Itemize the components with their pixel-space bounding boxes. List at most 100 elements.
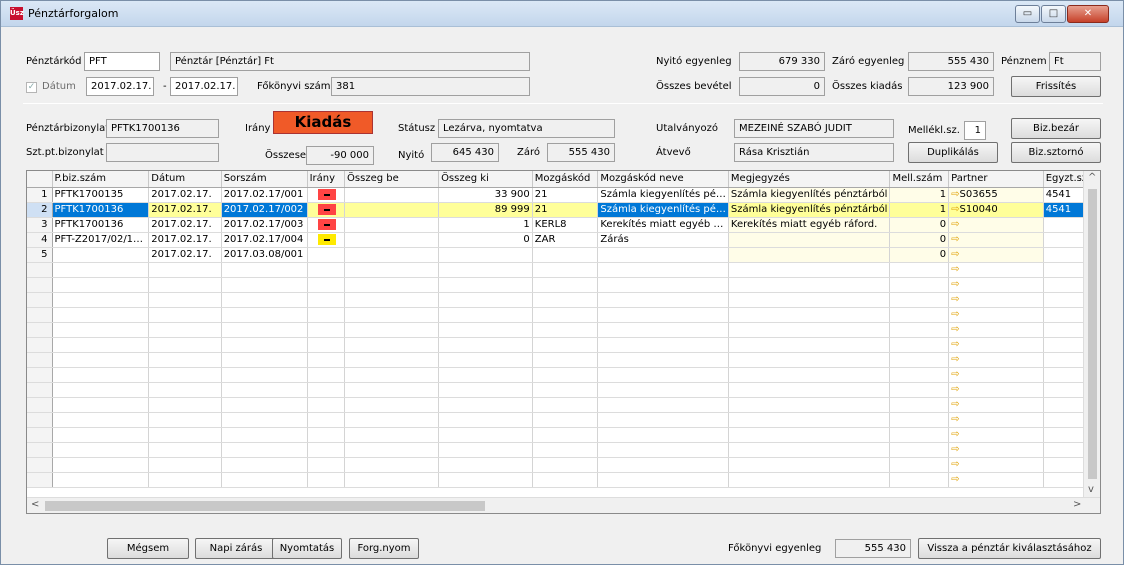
cell-mozgaskod[interactable]: KERL8 [532,217,599,233]
cell-datum[interactable] [148,457,222,473]
empty-row[interactable]: ⇨ [27,307,1100,323]
cell-osszeg-be[interactable] [344,412,440,428]
cell-sorszam[interactable]: 2017.03.08/001 [221,247,308,263]
cell-mozgaskod-neve[interactable] [597,442,729,458]
duplikalas-button[interactable]: Duplikálás [908,142,998,163]
cell-pbiz[interactable]: PFTK1700136 [52,202,150,218]
table-row[interactable]: 5 2017.02.17. 2017.03.08/001 0 ⇨ [27,247,1100,263]
cell-pbiz[interactable] [52,277,150,293]
cell-partner[interactable]: ⇨ [948,457,1044,473]
cell-datum[interactable] [148,427,222,443]
cell-pbiz[interactable] [52,442,150,458]
cell-mozgaskod-neve[interactable] [597,472,729,488]
cell-partner[interactable]: ⇨ [948,397,1044,413]
cell-datum[interactable] [148,352,222,368]
cell-irany[interactable] [307,352,346,368]
cell-mozgaskod[interactable] [532,247,599,263]
cell-sorszam[interactable]: 2017.02.17/003 [221,217,308,233]
vertical-scroll-thumb[interactable] [1088,189,1097,479]
cell-mell-szam[interactable] [889,412,950,428]
penztarkod-field[interactable]: PFT [84,52,160,71]
cell-megjegyzes[interactable] [728,262,891,278]
cell-osszeg-ki[interactable] [438,307,533,323]
biz-bezar-button[interactable]: Biz.bezár [1011,118,1101,139]
empty-row[interactable]: ⇨ [27,442,1100,458]
cell-megjegyzes[interactable] [728,337,891,353]
cell-mell-szam[interactable]: 0 [889,217,950,233]
cell-irany[interactable] [307,307,346,323]
cell-osszeg-ki[interactable] [438,367,533,383]
cell-pbiz[interactable]: PFT-Z2017/02/1… [52,232,150,248]
row-number[interactable]: 3 [27,217,53,233]
cell-megjegyzes[interactable] [728,232,891,248]
row-number[interactable] [27,262,53,278]
cell-mozgaskod[interactable] [532,262,599,278]
cell-megjegyzes[interactable] [728,367,891,383]
cell-osszeg-be[interactable] [344,382,440,398]
cell-megjegyzes[interactable] [728,292,891,308]
partner-arrow-icon[interactable]: ⇨ [951,384,959,395]
cell-sorszam[interactable] [221,337,308,353]
cell-mozgaskod[interactable] [532,337,599,353]
cell-partner[interactable]: ⇨ [948,472,1044,488]
cell-datum[interactable] [148,472,222,488]
cell-irany[interactable] [307,247,346,263]
cell-mell-szam[interactable]: 1 [889,187,950,203]
cell-mozgaskod-neve[interactable] [597,427,729,443]
cell-mozgaskod-neve[interactable] [597,322,729,338]
cell-mozgaskod-neve[interactable]: Számla kiegyenlítés pé… [597,202,729,218]
cell-partner[interactable]: ⇨ [948,232,1044,248]
cell-pbiz[interactable] [52,247,150,263]
cell-mell-szam[interactable] [889,262,950,278]
cell-irany[interactable] [307,382,346,398]
cell-osszeg-be[interactable] [344,307,440,323]
cell-datum[interactable]: 2017.02.17. [148,247,222,263]
frissites-button[interactable]: Frissítés [1011,76,1101,97]
row-number[interactable] [27,367,53,383]
empty-row[interactable]: ⇨ [27,412,1100,428]
cell-datum[interactable] [148,292,222,308]
cell-mozgaskod[interactable] [532,412,599,428]
scroll-left-icon[interactable]: < [31,499,39,510]
datum-to-field[interactable]: 2017.02.17. [170,77,238,96]
partner-arrow-icon[interactable]: ⇨ [951,414,959,425]
maximize-button[interactable]: □ [1041,5,1066,23]
cell-osszeg-be[interactable] [344,262,440,278]
cell-mozgaskod-neve[interactable] [597,352,729,368]
partner-arrow-icon[interactable]: ⇨ [951,339,959,350]
cell-mell-szam[interactable]: 0 [889,247,950,263]
cell-mell-szam[interactable] [889,397,950,413]
cell-datum[interactable] [148,382,222,398]
cell-datum[interactable]: 2017.02.17. [148,217,222,233]
cell-irany[interactable] [307,232,346,248]
cell-pbiz[interactable] [52,337,150,353]
empty-row[interactable]: ⇨ [27,352,1100,368]
row-number[interactable]: 4 [27,232,53,248]
col-header-irany[interactable]: Irány [307,171,346,188]
cell-osszeg-ki[interactable]: 33 900 [438,187,533,203]
partner-arrow-icon[interactable]: ⇨ [951,459,959,470]
cell-osszeg-ki[interactable] [438,427,533,443]
empty-row[interactable]: ⇨ [27,457,1100,473]
cell-mozgaskod-neve[interactable] [597,382,729,398]
row-number[interactable] [27,442,53,458]
partner-arrow-icon[interactable]: ⇨ [951,324,959,335]
empty-row[interactable]: ⇨ [27,397,1100,413]
cell-irany[interactable] [307,337,346,353]
cell-pbiz[interactable] [52,397,150,413]
cell-sorszam[interactable]: 2017.02.17/002 [221,202,308,218]
vertical-scrollbar[interactable]: ^ v [1083,171,1100,498]
cell-pbiz[interactable]: PFTK1700136 [52,217,150,233]
cell-mozgaskod-neve[interactable] [597,337,729,353]
cell-osszeg-be[interactable] [344,427,440,443]
cell-osszeg-ki[interactable] [438,457,533,473]
cell-megjegyzes[interactable]: Számla kiegyenlítés pénztárból [728,202,891,218]
cell-sorszam[interactable] [221,307,308,323]
cell-osszeg-ki[interactable] [438,472,533,488]
cell-mozgaskod-neve[interactable] [597,262,729,278]
cell-irany[interactable] [307,202,346,218]
cell-irany[interactable] [307,442,346,458]
cell-megjegyzes[interactable] [728,412,891,428]
mellekl-sz-field[interactable]: 1 [964,121,986,140]
cell-sorszam[interactable] [221,427,308,443]
